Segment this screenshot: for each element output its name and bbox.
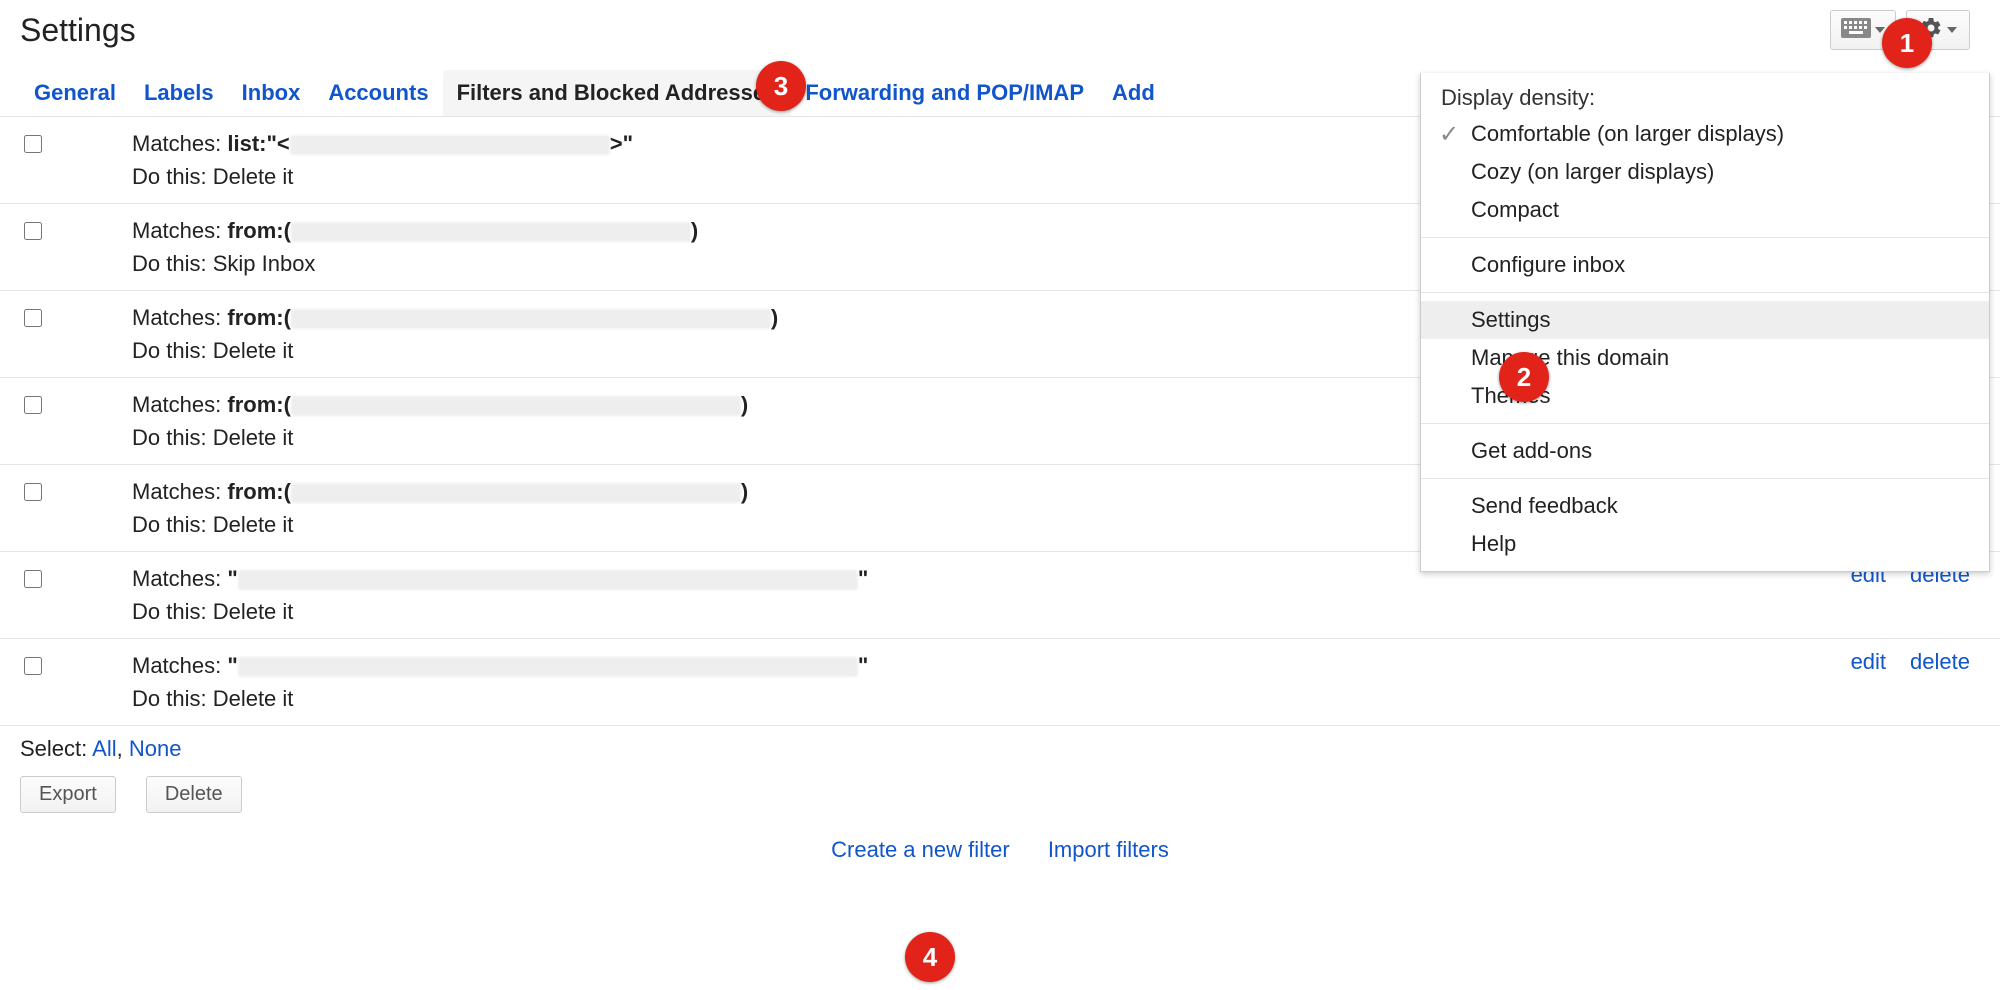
do-label: Do this: <box>132 164 213 189</box>
import-filters-link[interactable]: Import filters <box>1048 837 1169 862</box>
tab-forwarding-and-pop-imap[interactable]: Forwarding and POP/IMAP <box>791 70 1098 116</box>
match-suffix: ) <box>741 392 748 417</box>
select-all-link[interactable]: All <box>92 736 116 761</box>
filter-checkbox[interactable] <box>24 135 42 153</box>
annotation-bubble: 1 <box>1882 18 1932 68</box>
redacted-text <box>238 570 858 590</box>
edit-link[interactable]: edit <box>1851 649 1886 675</box>
do-label: Do this: <box>132 338 213 363</box>
select-separator: , <box>117 736 129 761</box>
do-action: Skip Inbox <box>213 251 316 276</box>
do-action: Delete it <box>213 425 294 450</box>
match-key: from:( <box>227 218 291 243</box>
density-header: Display density: <box>1421 81 1989 115</box>
match-key: from:( <box>227 479 291 504</box>
match-label: Matches: <box>132 131 227 156</box>
redacted-text <box>291 483 741 503</box>
tab-filters-and-blocked-addresses[interactable]: Filters and Blocked Addresses <box>443 70 792 116</box>
match-key: from:( <box>227 305 291 330</box>
delete-link[interactable]: delete <box>1910 649 1970 675</box>
match-key: " <box>227 653 237 678</box>
match-suffix: " <box>858 653 868 678</box>
keyboard-icon <box>1841 18 1871 43</box>
match-label: Matches: <box>132 566 227 591</box>
redacted-text <box>291 309 771 329</box>
tab-general[interactable]: General <box>20 70 130 116</box>
menu-settings[interactable]: Settings <box>1421 301 1989 339</box>
filter-checkbox[interactable] <box>24 483 42 501</box>
bottom-links: Create a new filter Import filters <box>0 817 2000 883</box>
button-row: Export Delete <box>0 772 2000 817</box>
filter-content: Matches: " " Do this: Delete it <box>132 649 1841 715</box>
redacted-text <box>290 135 610 155</box>
redacted-text <box>291 396 741 416</box>
menu-item-label: Cozy (on larger displays) <box>1471 159 1714 185</box>
filter-checkbox[interactable] <box>24 222 42 240</box>
match-suffix: ) <box>771 305 778 330</box>
annotation-bubble: 4 <box>905 932 955 982</box>
tab-accounts[interactable]: Accounts <box>314 70 442 116</box>
tab-labels[interactable]: Labels <box>130 70 228 116</box>
filter-actions: edit delete <box>1851 649 1980 675</box>
do-label: Do this: <box>132 599 213 624</box>
do-action: Delete it <box>213 338 294 363</box>
match-label: Matches: <box>132 392 227 417</box>
do-action: Delete it <box>213 686 294 711</box>
do-action: Delete it <box>213 599 294 624</box>
menu-feedback[interactable]: Send feedback <box>1421 487 1989 525</box>
match-suffix: " <box>858 566 868 591</box>
create-filter-link[interactable]: Create a new filter <box>831 837 1010 862</box>
menu-density-option[interactable]: Cozy (on larger displays) <box>1421 153 1989 191</box>
menu-density-option[interactable]: Compact <box>1421 191 1989 229</box>
match-suffix: ) <box>741 479 748 504</box>
do-label: Do this: <box>132 251 213 276</box>
filter-checkbox[interactable] <box>24 570 42 588</box>
annotation-bubble: 3 <box>756 61 806 111</box>
do-label: Do this: <box>132 686 213 711</box>
menu-configure-inbox[interactable]: Configure inbox <box>1421 246 1989 284</box>
settings-dropdown-menu: Display density: ✓ Comfortable (on larger… <box>1420 73 1990 572</box>
match-suffix: >" <box>610 131 633 156</box>
match-label: Matches: <box>132 218 227 243</box>
select-bar: Select: All, None <box>0 726 2000 772</box>
menu-density-option[interactable]: ✓ Comfortable (on larger displays) <box>1421 115 1989 153</box>
menu-item-label: Compact <box>1471 197 1559 223</box>
do-action: Delete it <box>213 164 294 189</box>
do-action: Delete it <box>213 512 294 537</box>
match-label: Matches: <box>132 305 227 330</box>
select-label: Select: <box>20 736 92 761</box>
redacted-text <box>238 657 858 677</box>
page-title: Settings <box>20 12 136 49</box>
delete-button[interactable]: Delete <box>146 776 242 813</box>
check-icon: ✓ <box>1439 120 1459 149</box>
match-key: from:( <box>227 392 291 417</box>
filter-checkbox[interactable] <box>24 657 42 675</box>
tab-inbox[interactable]: Inbox <box>228 70 315 116</box>
menu-help[interactable]: Help <box>1421 525 1989 563</box>
match-label: Matches: <box>132 479 227 504</box>
match-label: Matches: <box>132 653 227 678</box>
chevron-down-icon <box>1947 27 1957 33</box>
filter-row: Matches: " " Do this: Delete it edit delete <box>0 639 2000 726</box>
filter-checkbox[interactable] <box>24 396 42 414</box>
do-label: Do this: <box>132 512 213 537</box>
menu-get-addons[interactable]: Get add-ons <box>1421 432 1989 470</box>
match-suffix: ) <box>691 218 698 243</box>
annotation-bubble: 2 <box>1499 352 1549 402</box>
select-none-link[interactable]: None <box>129 736 182 761</box>
match-key: list:"< <box>227 131 289 156</box>
redacted-text <box>291 222 691 242</box>
do-label: Do this: <box>132 425 213 450</box>
tab-add[interactable]: Add <box>1098 70 1169 116</box>
menu-item-label: Comfortable (on larger displays) <box>1471 121 1784 147</box>
export-button[interactable]: Export <box>20 776 116 813</box>
match-key: " <box>227 566 237 591</box>
filter-checkbox[interactable] <box>24 309 42 327</box>
